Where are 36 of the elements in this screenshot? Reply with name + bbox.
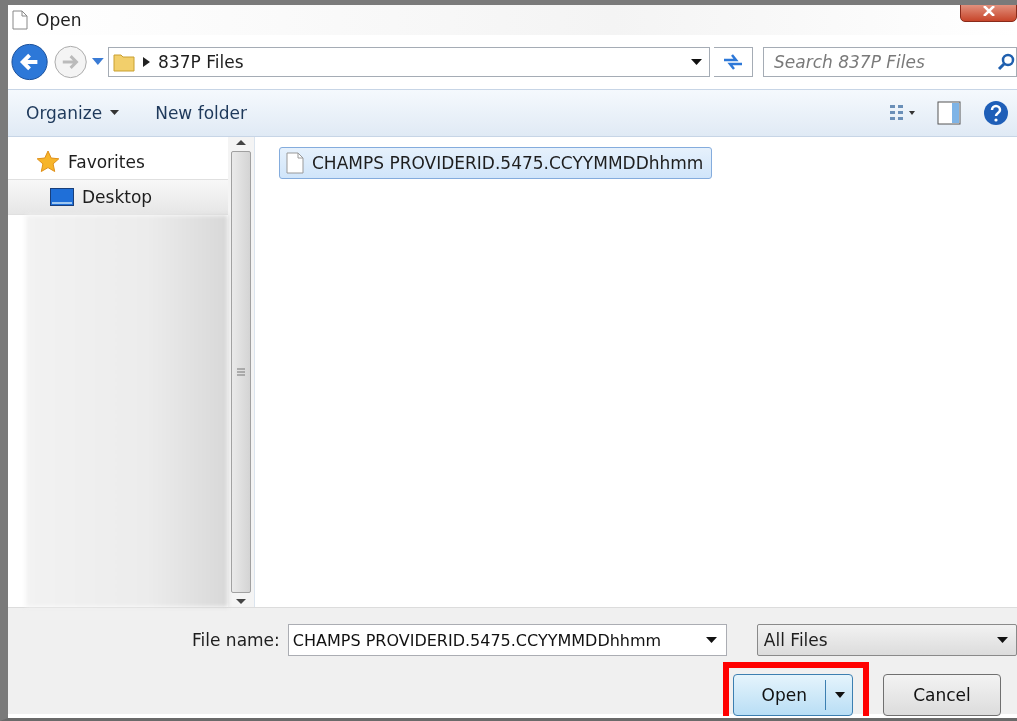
chevron-icon	[143, 57, 151, 67]
preview-pane-icon[interactable]	[937, 101, 961, 125]
grip-icon	[237, 368, 245, 376]
view-options-icon[interactable]	[889, 103, 915, 123]
file-type-dropdown[interactable]: All Files	[756, 624, 1017, 656]
refresh-icon	[721, 53, 744, 71]
file-name-field[interactable]: CHAMPS PROVIDERID.5475.CCYYMMDDhhmm	[287, 624, 727, 656]
address-path[interactable]: 837P Files	[158, 52, 677, 72]
back-button[interactable]	[10, 42, 50, 82]
close-icon	[982, 6, 995, 16]
help-icon[interactable]	[983, 100, 1009, 126]
caret-icon	[834, 691, 846, 699]
toolbar-button[interactable]: New folder	[155, 103, 247, 123]
cancel-button[interactable]: Cancel	[883, 674, 1001, 716]
folder-icon	[113, 52, 136, 72]
caret-icon	[997, 636, 1008, 644]
open-button[interactable]: Open	[733, 674, 853, 716]
sidebar-item[interactable]: Desktop	[8, 179, 228, 215]
caret-icon[interactable]	[691, 58, 703, 66]
refresh-button[interactable]	[713, 47, 753, 77]
caret-icon	[705, 637, 717, 644]
scrollbar[interactable]	[228, 137, 255, 607]
document-icon	[286, 152, 304, 174]
search-icon	[997, 53, 1015, 71]
file-name-label: File name:	[192, 630, 280, 650]
toolbar-button[interactable]: Organize	[26, 103, 120, 123]
address-bar[interactable]: 837P Files	[108, 47, 710, 77]
close-button[interactable]	[960, 5, 1017, 22]
file-item[interactable]: CHAMPS PROVIDERID.5475.CCYYMMDDhhmm	[279, 147, 713, 179]
desktop-icon	[50, 188, 74, 206]
sidebar-item[interactable]: Favorites	[8, 145, 228, 179]
history-caret-icon[interactable]	[92, 58, 105, 66]
star-icon	[36, 150, 60, 174]
search-field[interactable]: Search 837P Files	[763, 47, 1017, 77]
window-title: Open	[36, 10, 82, 30]
document-icon	[12, 10, 28, 30]
